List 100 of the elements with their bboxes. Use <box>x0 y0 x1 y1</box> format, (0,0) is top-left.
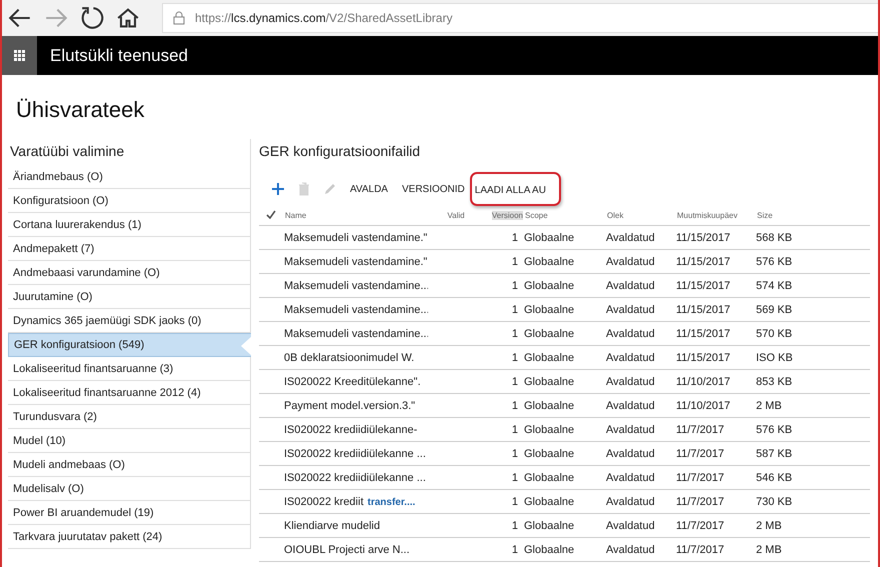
table-cell: 569 KB <box>756 304 792 316</box>
table-cell: 1 <box>512 544 518 556</box>
asset-type-item[interactable]: Andmebaasi varundamine (O) <box>8 261 251 285</box>
file-name[interactable]: IS020022 krediidiülekanne ... <box>284 448 426 460</box>
file-name[interactable]: Maksemudeli vastendamine." <box>284 256 428 268</box>
file-name[interactable]: Maksemudeli vastendamine." <box>284 232 428 244</box>
table-cell: 570 KB <box>756 328 792 340</box>
table-cell: 11/15/2017 <box>676 304 730 316</box>
asset-type-item[interactable]: Power BI aruandemudel (19) <box>8 501 251 525</box>
table-cell: Avaldatud <box>606 544 655 556</box>
pencil-icon <box>323 182 337 196</box>
table-cell: Avaldatud <box>606 280 655 292</box>
table-cell: 2 MB <box>756 400 782 412</box>
table-cell: Avaldatud <box>606 448 655 460</box>
table-cell: 1 <box>512 256 518 268</box>
asset-type-item[interactable]: Andmepakett (7) <box>8 237 251 261</box>
table-cell: 2 MB <box>756 544 782 556</box>
table-cell: 1 <box>512 304 518 316</box>
table-cell: Avaldatud <box>606 328 655 340</box>
toolbar-button[interactable]: LAADI ALLA AU <box>474 183 547 198</box>
asset-type-item[interactable]: Konfiguratsioon (O) <box>8 189 251 213</box>
column-header[interactable]: Name <box>285 210 306 220</box>
table-cell: Globaalne <box>524 376 574 388</box>
table-cell: 11/15/2017 <box>676 352 730 364</box>
table-cell: Globaalne <box>524 424 574 436</box>
toolbar-button[interactable]: AVALDA <box>349 182 389 196</box>
file-name[interactable]: Kliendiarve mudelid <box>284 520 380 532</box>
table-cell: ISO KB <box>756 352 793 364</box>
column-header[interactable]: Olek <box>607 210 624 220</box>
app-launcher-button[interactable] <box>2 36 37 75</box>
asset-type-item[interactable]: GER konfiguratsioon (549) <box>8 333 251 357</box>
asset-type-item[interactable]: Mudelisalv (O) <box>8 477 251 501</box>
trash-icon <box>297 182 311 196</box>
table-cell: Globaalne <box>524 496 574 508</box>
table-cell: 1 <box>512 400 518 412</box>
app-title: Elutsükli teenused <box>50 46 188 66</box>
asset-type-item[interactable]: Turundusvara (2) <box>8 405 251 429</box>
asset-type-item[interactable]: Lokaliseeritud finantsaruanne (3) <box>8 357 251 381</box>
table-cell: 11/15/2017 <box>676 280 730 292</box>
lock-icon <box>173 11 185 25</box>
table-cell: 1 <box>512 520 518 532</box>
table-cell: Globaalne <box>524 304 574 316</box>
asset-type-item[interactable]: Juurutamine (O) <box>8 285 251 309</box>
column-header[interactable]: Muutmiskuupäev <box>677 210 738 220</box>
column-header[interactable]: Scope <box>525 210 548 220</box>
table-cell: 1 <box>512 232 518 244</box>
table-cell: 568 KB <box>756 232 792 244</box>
table-cell: Avaldatud <box>606 376 655 388</box>
asset-type-item[interactable]: Tarkvara juurutatav pakett (24) <box>8 525 251 549</box>
table-cell: 11/10/2017 <box>676 376 730 388</box>
file-name-link[interactable]: transfer.... <box>368 496 416 508</box>
file-name[interactable]: IS020022 krediidiülekanne ... <box>284 472 426 484</box>
add-button[interactable] <box>271 182 285 196</box>
asset-type-item[interactable]: Cortana luurerakendus (1) <box>8 213 251 237</box>
table-cell: Avaldatud <box>606 352 655 364</box>
asset-type-item[interactable]: Äriandmebaus (O) <box>8 165 251 189</box>
file-name[interactable]: IS020022 krediidiülekanne- <box>284 424 418 436</box>
table-cell: Globaalne <box>524 448 574 460</box>
table-cell: 576 KB <box>756 424 792 436</box>
table-cell: 574 KB <box>756 280 792 292</box>
table-cell: 576 KB <box>756 256 792 268</box>
file-name[interactable]: IS020022 Kreeditülekanne". <box>284 376 421 388</box>
table-cell: 11/10/2017 <box>676 400 730 412</box>
add-icon <box>271 182 285 196</box>
table-cell: 11/7/2017 <box>676 472 724 484</box>
table-cell: 1 <box>512 424 518 436</box>
table-cell: Avaldatud <box>606 304 655 316</box>
table-cell: 1 <box>512 328 518 340</box>
file-name[interactable]: 0B deklaratsioonimudel W. <box>284 352 414 364</box>
asset-type-item[interactable]: Mudel (10) <box>8 429 251 453</box>
asset-type-item[interactable]: Lokaliseeritud finantsaruanne 2012 (4) <box>8 381 251 405</box>
table-cell: 11/15/2017 <box>676 328 730 340</box>
table-cell: 2 MB <box>756 520 782 532</box>
file-name[interactable]: IS020022 krediit <box>284 496 364 508</box>
column-header[interactable]: Valid <box>447 210 465 220</box>
table-cell: Globaalne <box>524 520 574 532</box>
table-cell: 1 <box>512 472 518 484</box>
waffle-icon <box>14 50 25 61</box>
table-cell: 587 KB <box>756 448 792 460</box>
address-field[interactable]: https://lcs.dynamics.com/V2/SharedAssetLibrary <box>162 3 878 33</box>
table-cell: 1 <box>512 448 518 460</box>
asset-type-item[interactable]: Mudeli andmebaas (O) <box>8 453 251 477</box>
table-cell: Avaldatud <box>606 424 655 436</box>
table-cell: Avaldatud <box>606 232 655 244</box>
table-cell: 11/7/2017 <box>676 448 724 460</box>
table-cell: 1 <box>512 280 518 292</box>
column-header[interactable]: Versioon <box>492 210 523 220</box>
file-name[interactable]: OIOUBL Projecti arve N... <box>284 544 410 556</box>
table-cell: 546 KB <box>756 472 792 484</box>
table-cell: 11/15/2017 <box>676 232 730 244</box>
column-header[interactable]: Size <box>757 210 773 220</box>
select-all-checkmark-icon[interactable] <box>266 210 276 218</box>
toolbar-button[interactable]: VERSIOONID <box>400 182 466 196</box>
file-name[interactable]: Payment model.version.3." <box>284 400 416 412</box>
table-cell: 11/7/2017 <box>676 544 724 556</box>
table-cell: Avaldatud <box>606 256 655 268</box>
page-title: Ühisvarateek <box>16 97 144 122</box>
table-cell: 1 <box>512 376 518 388</box>
table-cell: Globaalne <box>524 544 574 556</box>
table-cell: 1 <box>512 352 518 364</box>
